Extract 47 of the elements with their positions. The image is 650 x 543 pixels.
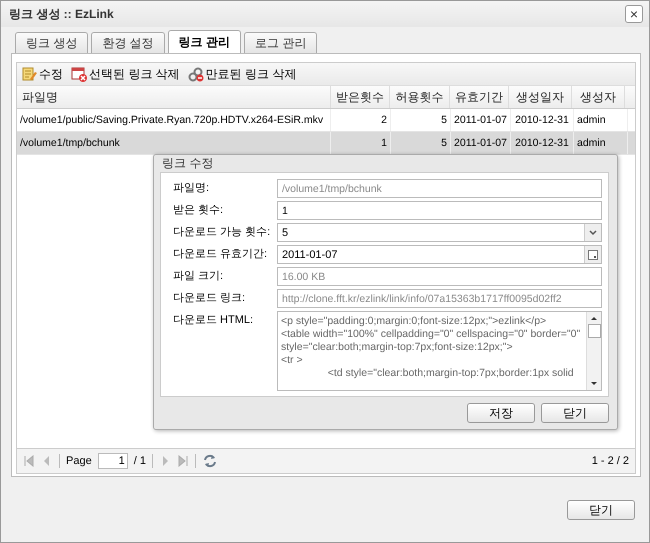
column-header[interactable]: 유효기간 (450, 86, 510, 108)
table-cell: /volume1/public/Saving.Private.Ryan.720p.HDTV.x264-ESiR.mkv (17, 109, 331, 131)
tab[interactable]: 링크 생성 (15, 32, 88, 53)
column-header[interactable]: 허용횟수 (390, 86, 450, 108)
window-title: 링크 생성 :: EzLink (9, 6, 114, 22)
input-field[interactable]: 1 (277, 201, 602, 220)
field-label: 받은 횟수: (173, 203, 224, 218)
page-label: Page (66, 455, 92, 467)
chain-link-icon (188, 66, 204, 82)
table-row[interactable]: /volume1/tmp/bchunk 1 5 2011-01-07 2010-12-31 admin (17, 132, 635, 155)
table-cell: 2011-01-07 (451, 109, 511, 131)
edit-button[interactable]: 수정 (21, 66, 63, 82)
field-label: 다운로드 가능 횟수: (173, 225, 272, 240)
calendar-icon[interactable] (584, 246, 601, 263)
field-label: 다운로드 HTML: (173, 313, 254, 328)
delete-button[interactable]: 선택된 링크 삭제 (71, 66, 180, 82)
dialog-title: 링크 수정 (161, 155, 214, 172)
close-button[interactable]: 닫기 (567, 500, 635, 520)
last-page-icon[interactable] (176, 455, 189, 467)
record-count: 1 - 2 / 2 (592, 455, 629, 467)
column-header[interactable]: 받은횟수 (331, 86, 390, 108)
page-total: / 1 (134, 455, 146, 467)
expired-button[interactable]: 만료된 링크 삭제 (188, 66, 296, 82)
table-cell: 5 (391, 109, 451, 131)
column-header[interactable]: 파일명 (17, 86, 331, 108)
pencil-note-icon (21, 66, 37, 82)
table-cell: 2010-12-31 (511, 109, 574, 131)
delete-list-icon (71, 66, 87, 82)
field-label: 파일 크기: (173, 269, 224, 284)
tab[interactable]: 환경 설정 (91, 32, 165, 53)
date-field[interactable]: 2011-01-07 (277, 245, 602, 264)
close-button[interactable]: × (625, 5, 643, 23)
tab[interactable]: 로그 관리 (244, 32, 318, 53)
field-label: 다운로드 링크: (173, 291, 246, 306)
column-header[interactable]: 생성일자 (509, 86, 572, 108)
refresh-icon[interactable] (202, 453, 218, 469)
dropdown-field[interactable]: 5 (277, 223, 602, 242)
save-button[interactable]: 저장 (467, 403, 535, 423)
tab[interactable]: 링크 관리 (168, 30, 242, 53)
table-cell: admin (574, 109, 628, 131)
column-header[interactable]: 생성자 (572, 86, 625, 108)
close-button[interactable]: 닫기 (541, 403, 609, 423)
field-label: 파일명: (173, 181, 210, 196)
page-input[interactable]: 1 (98, 453, 128, 469)
field-label: 다운로드 유효기간: (173, 247, 268, 262)
first-page-icon[interactable] (23, 455, 35, 467)
table-cell: 2 (331, 109, 391, 131)
